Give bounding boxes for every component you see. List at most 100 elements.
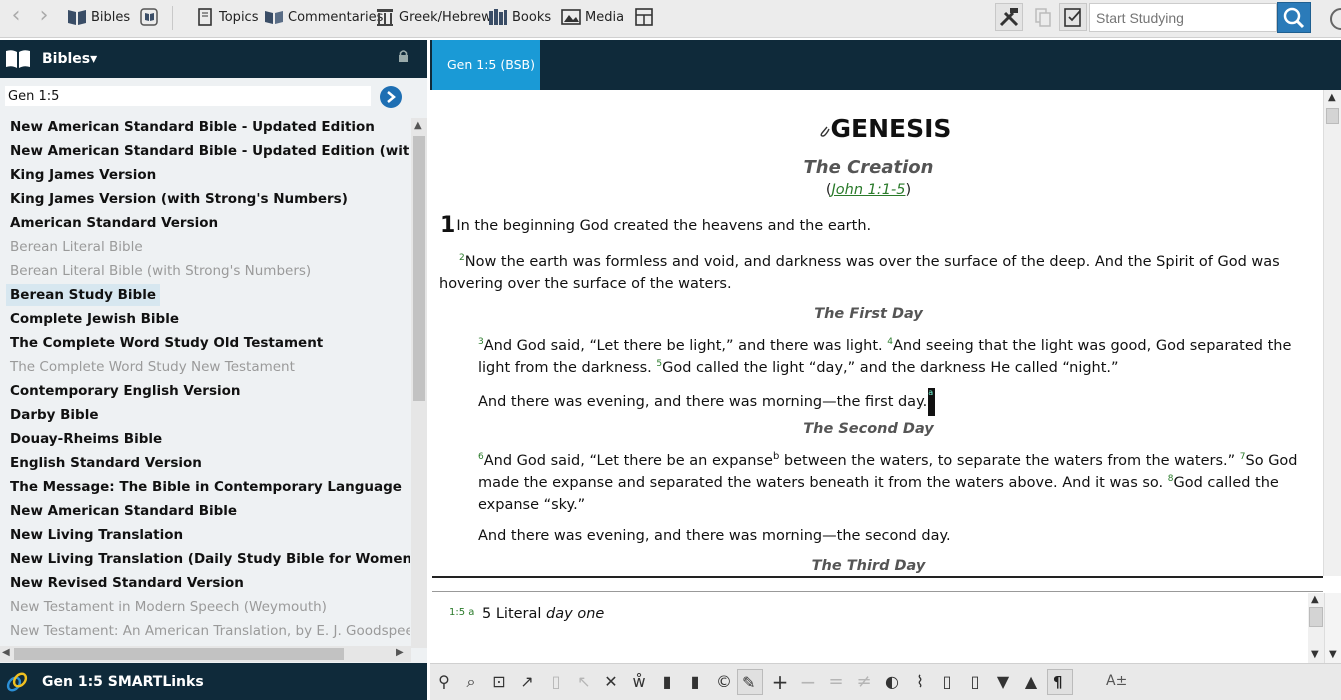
not-equal-icon[interactable]: ≠ bbox=[855, 673, 873, 691]
book-right-icon[interactable]: ▯ bbox=[966, 673, 984, 691]
paragraph-icon: ¶ bbox=[1053, 673, 1063, 691]
hscrollbar-thumb[interactable] bbox=[14, 648, 344, 660]
footnote-marker-a[interactable]: a bbox=[928, 388, 933, 397]
search-icon[interactable]: ⚲ bbox=[435, 673, 453, 691]
book-left-icon[interactable]: ▯ bbox=[938, 673, 956, 691]
pointer-icon[interactable]: ↖ bbox=[575, 673, 593, 691]
triangle-up-icon[interactable]: ▲ bbox=[1022, 673, 1040, 691]
scroll-down-icon[interactable]: ▼ bbox=[1311, 649, 1319, 660]
outer-scrollbar[interactable]: ▼ bbox=[1324, 593, 1341, 663]
search-input[interactable] bbox=[1089, 3, 1277, 32]
go-button[interactable] bbox=[380, 86, 402, 108]
bible-list-item[interactable]: New Living Translation bbox=[6, 524, 187, 546]
reader-tab-bar: Gen 1:5 (BSB) bbox=[430, 40, 1341, 90]
bible-list-item[interactable]: New Testament in Modern Speech (Weymouth… bbox=[6, 596, 331, 618]
cross-reference-link[interactable]: John 1:1-5 bbox=[832, 182, 906, 198]
reader-scrollbar-thumb[interactable] bbox=[1326, 108, 1339, 124]
scroll-up-icon[interactable]: ▲ bbox=[414, 120, 422, 131]
smartlinks-label: Gen 1:5 SMARTLinks bbox=[42, 674, 204, 690]
bible-list-item[interactable]: Berean Literal Bible bbox=[6, 236, 147, 258]
reader-scrollbar[interactable]: ▲ bbox=[1323, 90, 1341, 576]
commentaries-button[interactable]: Commentaries bbox=[263, 4, 383, 30]
layout-button[interactable] bbox=[633, 4, 658, 30]
scroll-left-icon[interactable]: ◀ bbox=[2, 647, 10, 658]
interlinear-icon[interactable]: ẘ bbox=[630, 673, 648, 691]
copy-button[interactable] bbox=[1029, 3, 1057, 31]
equal-icon[interactable]: = bbox=[827, 673, 845, 691]
bibles-button[interactable]: Bibles bbox=[66, 4, 130, 30]
bible-list-item[interactable]: New American Standard Bible - Updated Ed… bbox=[6, 140, 410, 162]
zoom-out-icon[interactable]: − bbox=[799, 672, 817, 692]
font-size-button[interactable]: A± bbox=[1102, 669, 1128, 695]
footnote-scrollbar[interactable]: ▲ ▼ bbox=[1308, 593, 1324, 663]
reference-input[interactable] bbox=[5, 86, 371, 106]
lock-icon[interactable] bbox=[398, 49, 409, 63]
bible-list-item[interactable]: Douay-Rheims Bible bbox=[6, 428, 166, 450]
bible-list-item[interactable]: New American Standard Bible - Updated Ed… bbox=[6, 116, 379, 138]
book-title-text: GENESIS bbox=[830, 114, 952, 143]
tools-button[interactable] bbox=[995, 3, 1023, 31]
bible-list-item[interactable]: The Message: The Bible in Contemporary L… bbox=[6, 476, 406, 498]
bible-list-item[interactable]: English Standard Version bbox=[6, 452, 206, 474]
search-plus-icon[interactable]: ⌕ bbox=[462, 673, 480, 691]
tab-gen-1-5-bsb[interactable]: Gen 1:5 (BSB) bbox=[432, 40, 540, 90]
verse-5-evening: And there was evening, and there was mor… bbox=[478, 388, 936, 416]
media-button[interactable]: Media bbox=[560, 4, 624, 30]
arrow-right-icon bbox=[387, 91, 396, 103]
bible-list-item[interactable]: Complete Jewish Bible bbox=[6, 308, 183, 330]
topics-button[interactable]: Topics bbox=[194, 4, 258, 30]
bible-list-item[interactable]: Contemporary English Version bbox=[6, 380, 245, 402]
footnote-scrollbar-thumb[interactable] bbox=[1309, 607, 1323, 627]
highlight-button[interactable]: ✎ bbox=[737, 669, 763, 695]
bible-list-item[interactable]: Berean Study Bible bbox=[6, 284, 160, 306]
bible-list-item[interactable]: New Testament: An American Translation, … bbox=[6, 620, 410, 642]
bible-reader: GENESIS The Creation (John 1:1-5) 1In th… bbox=[432, 90, 1323, 576]
bookmark-icon[interactable]: ▯ bbox=[547, 673, 565, 691]
copyright-icon[interactable]: © bbox=[715, 673, 733, 691]
bibles-dropdown[interactable]: Bibles▾ bbox=[42, 51, 97, 67]
bible-list-item[interactable]: New Revised Standard Version bbox=[6, 572, 248, 594]
smartlinks-bar[interactable]: Gen 1:5 SMARTLinks bbox=[0, 663, 427, 700]
triangle-down-icon[interactable]: ▼ bbox=[994, 673, 1012, 691]
bible-list-item[interactable]: King James Version (with Strong's Number… bbox=[6, 188, 352, 210]
bible-list-item[interactable]: The Complete Word Study Old Testament bbox=[6, 332, 327, 354]
open-external-icon[interactable]: ↗ bbox=[518, 673, 536, 691]
scroll-right-icon[interactable]: ▶ bbox=[396, 647, 404, 658]
back-button[interactable]: ‹ bbox=[4, 4, 28, 30]
scrollbar-thumb[interactable] bbox=[413, 136, 425, 401]
search-button[interactable] bbox=[1277, 2, 1311, 33]
verse-8-evening: And there was evening, and there was mor… bbox=[478, 525, 951, 547]
forward-button[interactable]: › bbox=[32, 4, 56, 30]
parallel-bibles-button[interactable] bbox=[138, 4, 163, 30]
scroll-up-icon[interactable]: ▲ bbox=[1311, 594, 1319, 605]
section-title-third-day: The Third Day bbox=[811, 558, 926, 574]
section-title-first-day: The First Day bbox=[814, 306, 923, 322]
bible-list-item[interactable]: New Living Translation (Daily Study Bibl… bbox=[6, 548, 410, 570]
footnote-reference[interactable]: 1:5 a bbox=[449, 607, 474, 618]
previous-book-icon[interactable]: ▮ bbox=[658, 673, 676, 691]
books-button[interactable]: Books bbox=[487, 4, 551, 30]
bible-list-item[interactable]: The Complete Word Study New Testament bbox=[6, 356, 299, 378]
verse-3-text: And God said, “Let there be light,” and … bbox=[483, 338, 888, 354]
notes-button[interactable] bbox=[1059, 3, 1087, 31]
scroll-up-icon[interactable]: ▲ bbox=[1328, 92, 1336, 103]
bible-list-item[interactable]: King James Version bbox=[6, 164, 160, 186]
paragraph-button[interactable]: ¶ bbox=[1047, 669, 1073, 695]
bible-list-hscrollbar[interactable]: ◀ ▶ bbox=[0, 646, 411, 662]
pane-splitter[interactable] bbox=[432, 576, 1323, 592]
scroll-down-icon[interactable]: ▼ bbox=[1329, 649, 1337, 660]
greek-hebrew-button[interactable]: Greek/Hebrew bbox=[374, 4, 492, 30]
verse-6b-text: between the waters, to separate the wate… bbox=[779, 453, 1240, 469]
next-book-icon[interactable]: ▮ bbox=[686, 673, 704, 691]
bible-list-scrollbar[interactable]: ▲ bbox=[411, 118, 427, 648]
bible-list-item[interactable]: Berean Literal Bible (with Strong's Numb… bbox=[6, 260, 315, 282]
bible-list-item[interactable]: American Standard Version bbox=[6, 212, 222, 234]
zoom-in-icon[interactable]: + bbox=[771, 672, 789, 692]
tools-icon[interactable]: ✕ bbox=[602, 673, 620, 691]
find-in-page-icon[interactable]: ⊡ bbox=[490, 673, 508, 691]
bible-list-item[interactable]: Darby Bible bbox=[6, 404, 103, 426]
sync-icon[interactable]: ◐ bbox=[883, 673, 901, 691]
bible-list-item[interactable]: New American Standard Bible bbox=[6, 500, 241, 522]
attachment-icon[interactable]: ⌇ bbox=[911, 673, 929, 691]
paperclip-icon[interactable] bbox=[819, 124, 831, 138]
